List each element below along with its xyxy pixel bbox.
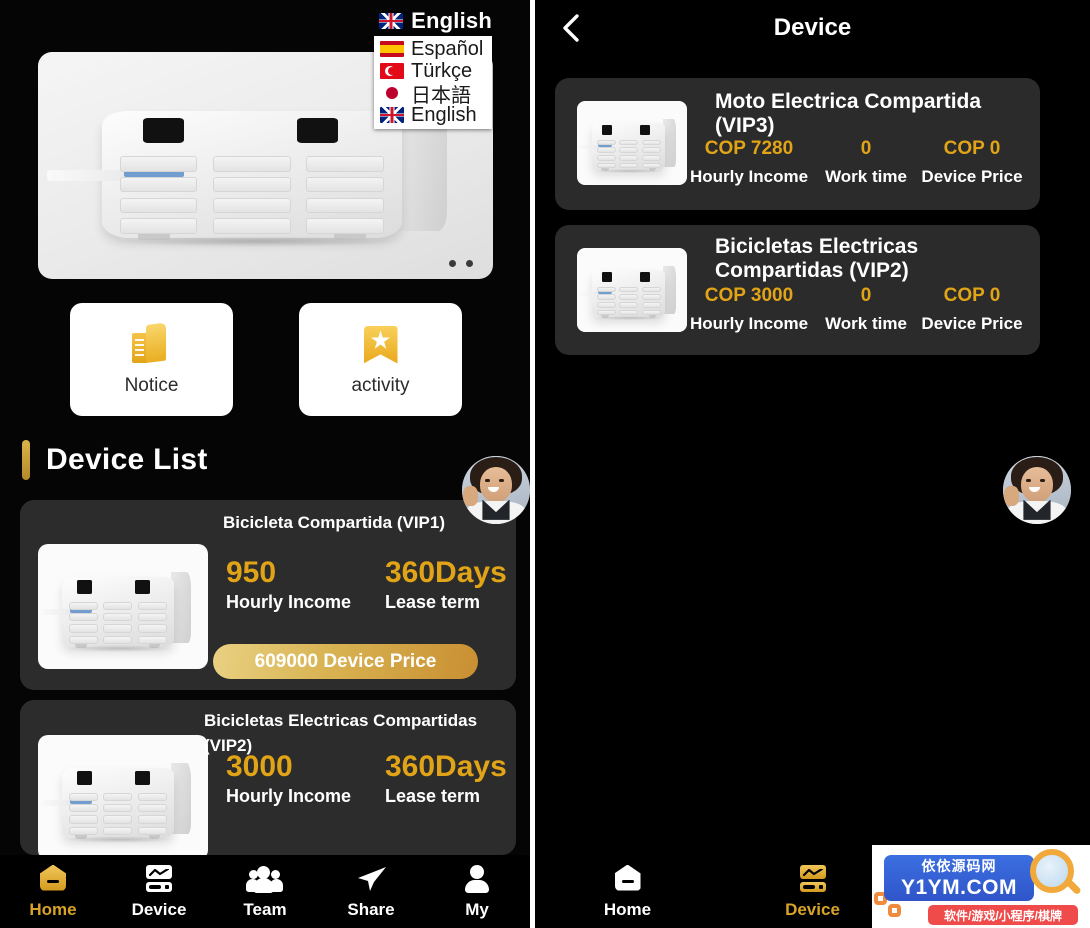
hourly-income-label: Hourly Income bbox=[226, 592, 352, 612]
device-price-label: Device Price bbox=[921, 167, 1023, 186]
hourly-income-value: 3000 bbox=[226, 750, 293, 783]
home-screen-panel: English Español Türkçe 日本語 English Notic… bbox=[0, 0, 530, 928]
tab-home-label: Home bbox=[29, 899, 77, 919]
device-thumbnail bbox=[577, 101, 687, 185]
bottom-navigation: Home Device Team bbox=[0, 855, 530, 928]
device-page-header: Device bbox=[535, 0, 1090, 56]
home-icon bbox=[36, 864, 70, 894]
device-stats-row: COP 3000 0 COP 0 bbox=[685, 285, 1025, 307]
device-stats-labels: Hourly Income Work time Device Price bbox=[685, 314, 1025, 334]
back-button[interactable] bbox=[553, 10, 589, 46]
watermark-cn-title: 依依源码网 bbox=[921, 858, 997, 874]
carousel-dots[interactable] bbox=[449, 260, 473, 267]
language-option-japanese[interactable]: 日本語 bbox=[374, 82, 492, 107]
tab-device[interactable]: Device bbox=[106, 864, 212, 920]
device-list-item[interactable]: Bicicletas Electricas Compartidas (VIP2)… bbox=[20, 700, 516, 860]
tab-share[interactable]: Share bbox=[318, 864, 424, 920]
site-watermark: 依依源码网 Y1YM.COM 软件/游戏/小程序/棋牌 bbox=[872, 845, 1090, 928]
language-option-espanol[interactable]: Español bbox=[374, 38, 492, 60]
device-thumbnail bbox=[38, 544, 208, 669]
language-dropdown[interactable]: Español Türkçe 日本語 English bbox=[374, 36, 492, 129]
device-name: Moto Electrica Compartida (VIP3) bbox=[715, 90, 982, 138]
lease-term-value: 360Days bbox=[385, 750, 507, 783]
tab-team-label: Team bbox=[243, 899, 287, 919]
device-price-button[interactable]: 609000 Device Price bbox=[213, 644, 478, 679]
work-time-label: Work time bbox=[825, 167, 907, 186]
notice-label: Notice bbox=[124, 374, 179, 396]
section-title: Device List bbox=[46, 443, 208, 476]
work-time-label: Work time bbox=[825, 314, 907, 333]
customer-service-avatar[interactable] bbox=[1003, 456, 1071, 524]
device-name: Bicicleta Compartida (VIP1) bbox=[223, 513, 446, 532]
work-time-value: 0 bbox=[860, 138, 872, 159]
device-item-card[interactable]: Moto Electrica Compartida (VIP3) COP 728… bbox=[555, 78, 1040, 210]
accent-bar bbox=[22, 440, 30, 480]
device-thumbnail bbox=[38, 735, 208, 860]
language-current-label: English bbox=[411, 8, 492, 33]
device-price-value: COP 0 bbox=[943, 138, 1001, 159]
device-thumbnail bbox=[577, 248, 687, 332]
tab-team[interactable]: Team bbox=[212, 864, 318, 920]
work-time-value: 0 bbox=[860, 285, 872, 306]
star-bookmark-icon bbox=[359, 323, 403, 367]
language-selector[interactable]: English bbox=[379, 8, 492, 34]
device-list-item[interactable]: Bicicleta Compartida (VIP1) 950 360Days … bbox=[20, 500, 516, 690]
uk-flag-icon bbox=[380, 107, 404, 123]
hourly-income-label: Hourly Income bbox=[689, 314, 809, 333]
device-item-card[interactable]: Bicicletas Electricas Compartidas (VIP2)… bbox=[555, 225, 1040, 355]
language-option-label: English bbox=[411, 103, 477, 126]
tab-home-label: Home bbox=[603, 899, 652, 919]
activity-label: activity bbox=[351, 374, 410, 396]
device-monitor-icon bbox=[142, 864, 176, 894]
device-list-heading: Device List bbox=[22, 440, 208, 480]
magnifier-icon bbox=[1030, 849, 1084, 903]
hourly-income-label: Hourly Income bbox=[226, 786, 352, 806]
home-icon bbox=[611, 864, 645, 894]
hourly-income-label: Hourly Income bbox=[689, 167, 809, 186]
device-screen-panel: Device Moto Electrica Compartida (VIP3) … bbox=[535, 0, 1090, 928]
tab-share-label: Share bbox=[347, 899, 395, 919]
hourly-income-value: 950 bbox=[226, 556, 277, 589]
turkey-flag-icon bbox=[380, 63, 404, 79]
watermark-domain: Y1YM.COM bbox=[900, 876, 1017, 899]
notice-button[interactable]: Notice bbox=[70, 303, 233, 416]
lease-term-value: 360Days bbox=[385, 556, 507, 589]
device-monitor-icon bbox=[796, 864, 830, 894]
japan-flag-icon bbox=[380, 85, 404, 101]
language-option-english[interactable]: English bbox=[374, 104, 492, 126]
device-price-value: COP 0 bbox=[943, 285, 1001, 306]
device-stats-labels: Hourly Income Work time Device Price bbox=[685, 167, 1025, 187]
device-name: Bicicletas Electricas Compartidas (VIP2) bbox=[715, 235, 919, 283]
hourly-income-value: COP 3000 bbox=[704, 285, 794, 306]
device-price-label: Device Price bbox=[921, 314, 1023, 333]
tab-device-label: Device bbox=[785, 899, 840, 919]
notice-building-icon bbox=[130, 322, 174, 367]
lease-term-label: Lease term bbox=[385, 786, 481, 806]
person-icon bbox=[460, 864, 494, 894]
dual-screenshot-container: English Español Türkçe 日本語 English Notic… bbox=[0, 0, 1090, 928]
customer-service-avatar[interactable] bbox=[462, 456, 530, 524]
activity-button[interactable]: activity bbox=[299, 303, 462, 416]
device-stats-row: COP 7280 0 COP 0 bbox=[685, 138, 1025, 160]
page-title: Device bbox=[773, 14, 852, 41]
tab-home[interactable]: Home bbox=[0, 864, 106, 920]
paper-plane-icon bbox=[354, 864, 388, 894]
quick-links-row: Notice activity bbox=[70, 303, 462, 416]
lease-term-label: Lease term bbox=[385, 592, 481, 612]
team-people-icon bbox=[246, 864, 283, 894]
tab-my-label: My bbox=[465, 899, 489, 919]
carousel-dot-2[interactable] bbox=[466, 260, 473, 267]
tab-home[interactable]: Home bbox=[535, 864, 720, 920]
language-option-label: Español bbox=[411, 37, 484, 60]
hourly-income-value: COP 7280 bbox=[704, 138, 794, 159]
spain-flag-icon bbox=[380, 41, 404, 57]
tab-my[interactable]: My bbox=[424, 864, 530, 920]
carousel-dot-1[interactable] bbox=[449, 260, 456, 267]
watermark-tagline: 软件/游戏/小程序/棋牌 bbox=[943, 908, 1062, 923]
chevron-left-icon bbox=[563, 14, 579, 42]
uk-flag-icon bbox=[379, 13, 404, 29]
tab-device-label: Device bbox=[131, 899, 187, 919]
